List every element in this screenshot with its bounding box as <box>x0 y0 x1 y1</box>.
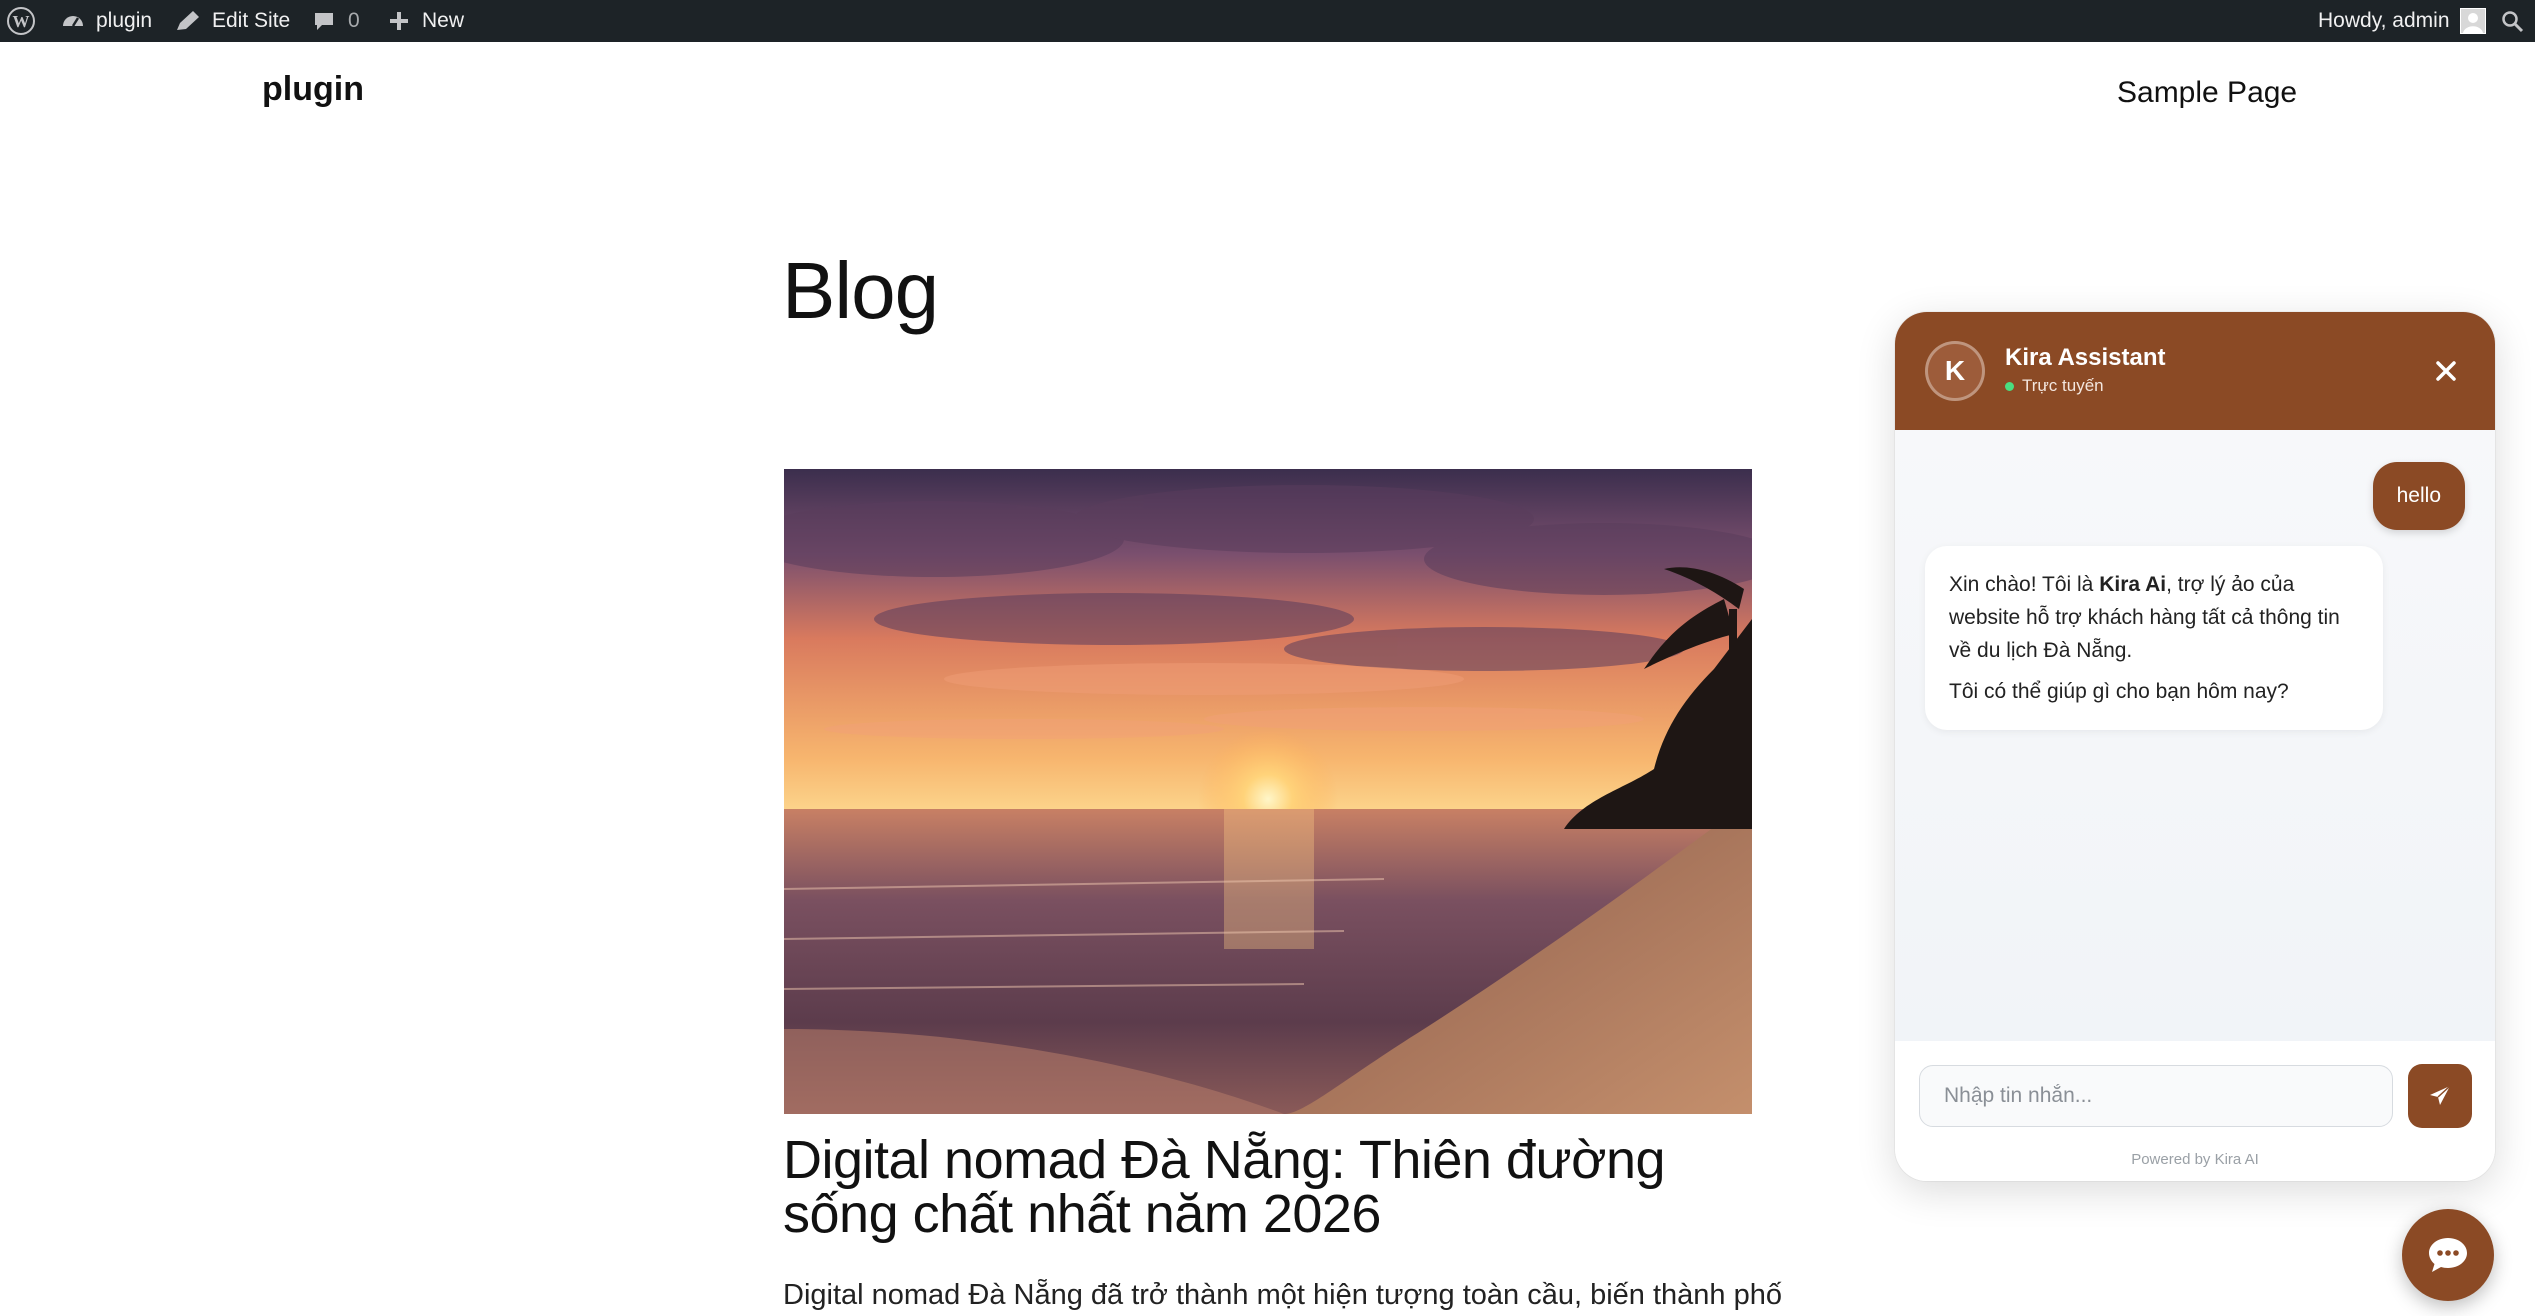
search-icon <box>2500 9 2524 33</box>
site-name-link[interactable]: plugin <box>60 0 152 42</box>
chat-bubble-icon <box>2429 1238 2467 1272</box>
comments-count: 0 <box>348 9 360 32</box>
nav-sample-page[interactable]: Sample Page <box>2117 76 2297 110</box>
chat-toggle-button[interactable] <box>2402 1209 2494 1301</box>
chat-message-input[interactable] <box>1919 1065 2393 1127</box>
post-title-link[interactable]: Digital nomad Đà Nẵng: Thiên đường sống … <box>783 1133 1763 1241</box>
comment-icon <box>312 9 336 33</box>
assistant-name: Kira Assistant <box>2005 344 2166 371</box>
dashboard-icon <box>60 8 86 34</box>
chat-widget: K Kira Assistant Trực tuyến hello Xin ch… <box>1895 312 2495 1181</box>
user-message: hello <box>2372 462 2465 530</box>
online-status-icon <box>2005 381 2014 391</box>
assistant-status: Trực tuyến <box>2005 376 2104 396</box>
post-excerpt: Digital nomad Đà Nẵng đã trở thành một h… <box>783 1279 1782 1311</box>
assistant-message-intro: Xin chào! Tôi là Kira Ai, trợ lý ảo của … <box>1949 568 2359 667</box>
admin-search-button[interactable] <box>2500 0 2524 42</box>
comments-link[interactable]: 0 <box>312 0 360 42</box>
plus-icon <box>388 10 410 32</box>
bot-intro-text: Xin chào! Tôi là <box>1949 573 2100 596</box>
chat-header: K Kira Assistant Trực tuyến <box>1895 312 2495 430</box>
edit-pencil-icon <box>174 8 202 34</box>
bot-name-text: Kira Ai <box>2099 573 2167 596</box>
close-chat-button[interactable] <box>2427 352 2465 390</box>
send-button[interactable] <box>2408 1064 2472 1128</box>
edit-site-link[interactable]: Edit Site <box>174 0 290 42</box>
my-account-link[interactable]: Howdy, admin <box>2318 0 2486 42</box>
greeting-label: Howdy, admin <box>2318 9 2450 32</box>
chat-footer: Powered by Kira AI <box>1895 1041 2495 1181</box>
new-content-link[interactable]: New <box>388 0 464 42</box>
featured-image[interactable] <box>784 469 1752 1114</box>
new-label: New <box>422 9 465 32</box>
assistant-message: Xin chào! Tôi là Kira Ai, trợ lý ảo của … <box>1925 546 2383 730</box>
status-label: Trực tuyến <box>2022 376 2104 395</box>
avatar-icon <box>2459 8 2486 34</box>
assistant-message-question: Tôi có thể giúp gì cho bạn hôm nay? <box>1949 680 2289 703</box>
assistant-avatar: K <box>1925 341 1985 401</box>
chat-messages[interactable]: hello Xin chào! Tôi là Kira Ai, trợ lý ả… <box>1895 430 2495 1041</box>
page-title: Blog <box>782 246 939 335</box>
site-name-label: plugin <box>96 9 153 32</box>
send-icon <box>2430 1085 2451 1105</box>
svg-text:W: W <box>13 12 30 31</box>
powered-by-label: Powered by Kira AI <box>2131 1151 2259 1168</box>
wordpress-icon: W <box>6 6 36 36</box>
wordpress-logo-button[interactable]: W <box>6 0 36 42</box>
edit-site-label: Edit Site <box>212 9 291 32</box>
site-title[interactable]: plugin <box>262 70 364 109</box>
close-icon <box>2436 361 2456 381</box>
admin-bar: W plugin Edit Site 0 New Howdy, admin <box>0 0 2535 42</box>
